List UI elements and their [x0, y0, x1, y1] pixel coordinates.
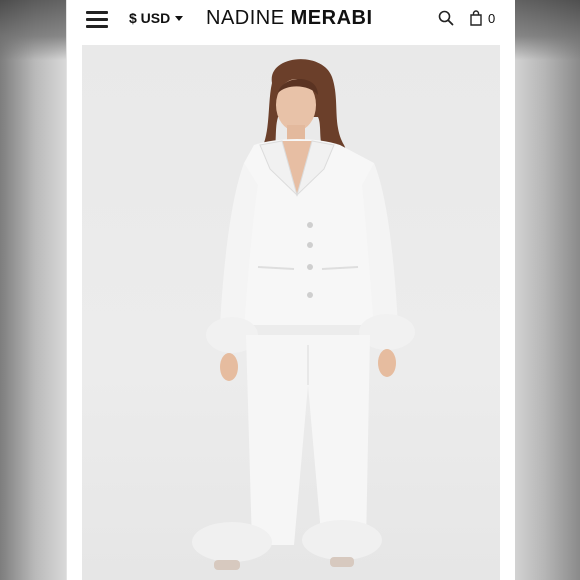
page-frame: $ USD NADINE MERABI 0 — [67, 0, 515, 580]
menu-icon[interactable] — [86, 9, 110, 29]
model-photo — [192, 59, 415, 570]
search-icon[interactable] — [438, 10, 454, 26]
brand-name-first: NADINE — [206, 7, 285, 29]
backdrop-shade-right — [514, 0, 580, 60]
currency-selector[interactable]: $ USD — [129, 10, 184, 26]
product-image[interactable] — [82, 45, 500, 580]
currency-label: $ USD — [129, 10, 171, 26]
brand-name-second: MERABI — [290, 7, 373, 29]
shopping-bag-icon — [470, 10, 482, 26]
cart-button[interactable]: 0 — [470, 9, 495, 27]
caret-down-icon — [175, 16, 184, 21]
brand-logo[interactable]: NADINE MERABI — [206, 7, 373, 30]
site-header: $ USD NADINE MERABI 0 — [67, 0, 515, 40]
cart-count: 0 — [488, 10, 496, 26]
backdrop-shade-left — [0, 0, 66, 60]
